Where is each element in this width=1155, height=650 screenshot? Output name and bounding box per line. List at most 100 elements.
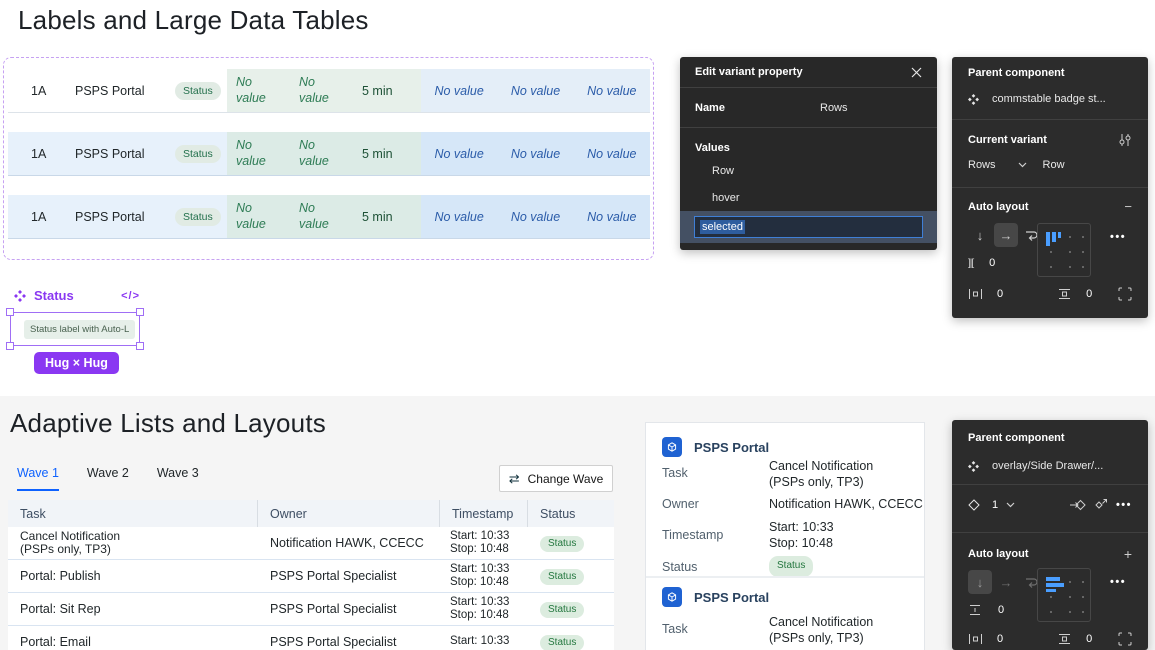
direction-right-icon[interactable]: →: [994, 223, 1018, 247]
padding-h-value[interactable]: 0: [997, 288, 1003, 300]
diamond-icon[interactable]: [968, 499, 980, 511]
parent-component-name: commstable badge st...: [992, 93, 1106, 105]
task-text: Portal: Email: [8, 635, 258, 649]
variant-value-input[interactable]: selected: [694, 216, 923, 238]
tune-icon[interactable]: [1118, 133, 1132, 147]
cell-portal: PSPS Portal: [75, 132, 175, 175]
component-name: Status: [34, 288, 74, 303]
direction-down-icon[interactable]: ↓: [968, 570, 992, 594]
change-wave-button[interactable]: ⇄ Change Wave: [499, 465, 613, 492]
cell-no-value: No value: [421, 210, 497, 224]
table-row-variant[interactable]: 1A PSPS Portal Status No value No value …: [8, 69, 650, 113]
name-value[interactable]: Rows: [820, 102, 848, 114]
gap-row[interactable]: ]|[ 0: [968, 257, 1132, 269]
selection-frame[interactable]: Status label with Auto-L: [10, 312, 140, 346]
task-text: (PSPs only, TP3): [20, 542, 111, 556]
table-row[interactable]: Portal: Sit Rep PSPS Portal Specialist S…: [8, 593, 614, 626]
more-options-icon[interactable]: •••: [1116, 499, 1132, 511]
individual-padding-icon[interactable]: [1118, 632, 1132, 646]
resize-handle[interactable]: [6, 308, 14, 316]
table-row[interactable]: Portal: Publish PSPS Portal Specialist S…: [8, 560, 614, 593]
more-options-icon[interactable]: •••: [1110, 576, 1132, 588]
instance-row: 1 •••: [968, 498, 1132, 512]
status-label-chip[interactable]: Status label with Auto-L: [24, 320, 135, 339]
cell-no-value: No value: [236, 201, 272, 232]
parent-component-link[interactable]: overlay/Side Drawer/...: [968, 460, 1132, 472]
horizontal-gap-icon: ]|[: [968, 258, 973, 269]
field-label-timestamp: Timestamp: [662, 528, 723, 542]
timestamp-stop: Stop: 10:48: [450, 609, 509, 621]
status-badge[interactable]: Status: [540, 569, 584, 585]
cell-duration: 5 min: [353, 210, 421, 224]
vertical-gap-icon: [968, 604, 982, 616]
status-badge[interactable]: Status: [540, 536, 584, 552]
cell-duration: 5 min: [353, 84, 421, 98]
variant-option-editing-row: selected: [680, 211, 937, 243]
detail-card-list[interactable]: PSPS Portal Task Cancel Notification(PSP…: [645, 422, 925, 650]
variant-property-name: Rows: [968, 159, 996, 171]
detach-instance-icon[interactable]: [1094, 498, 1108, 512]
swap-arrows-icon: ⇄: [509, 471, 520, 487]
status-badge[interactable]: Status: [175, 208, 221, 226]
field-label-status: Status: [662, 560, 697, 574]
timestamp-start: Start: 10:33: [450, 530, 509, 542]
gap-row[interactable]: 0: [968, 604, 1132, 616]
card-title: PSPS Portal: [694, 590, 769, 605]
table-row[interactable]: Cancel Notification(PSPs only, TP3) Noti…: [8, 527, 614, 560]
section-title-labels: Labels and Large Data Tables: [18, 5, 369, 36]
component-set-frame[interactable]: 1A PSPS Portal Status No value No value …: [3, 57, 654, 260]
gap-value[interactable]: 0: [998, 604, 1004, 616]
column-header-task: Task: [8, 500, 258, 527]
tab-wave-1[interactable]: Wave 1: [17, 466, 59, 491]
add-auto-layout-icon[interactable]: +: [1124, 546, 1132, 562]
direction-right-icon[interactable]: →: [994, 570, 1018, 594]
instance-count[interactable]: 1: [992, 499, 998, 511]
vertical-padding-icon: [1057, 633, 1072, 645]
cell-no-value: No value: [497, 147, 573, 161]
status-badge[interactable]: Status: [540, 602, 584, 618]
variant-option[interactable]: hover: [712, 192, 740, 204]
vertical-padding-icon: [1057, 288, 1072, 300]
cell-no-value: No value: [299, 201, 335, 232]
code-icon[interactable]: </>: [121, 290, 140, 302]
more-options-icon[interactable]: •••: [1110, 231, 1132, 243]
variant-property-row[interactable]: Rows Row: [968, 159, 1132, 171]
gap-value[interactable]: 0: [989, 257, 995, 269]
table-row-variant[interactable]: 1A PSPS Portal Status No value No value …: [8, 195, 650, 239]
cell-id: 1A: [8, 132, 75, 175]
table-row-variant[interactable]: 1A PSPS Portal Status No value No value …: [8, 132, 650, 176]
remove-auto-layout-icon[interactable]: −: [1124, 199, 1132, 214]
parent-component-link[interactable]: commstable badge st...: [968, 93, 1132, 105]
padding-v-value[interactable]: 0: [1086, 633, 1092, 645]
direction-down-icon[interactable]: ↓: [968, 223, 992, 247]
component-header[interactable]: Status </>: [14, 288, 140, 303]
close-icon[interactable]: [911, 67, 922, 78]
chevron-down-icon[interactable]: [1006, 502, 1015, 508]
resize-handle[interactable]: [136, 342, 144, 350]
variant-property-value[interactable]: Row: [1043, 159, 1065, 171]
resize-handle[interactable]: [136, 308, 144, 316]
column-header-owner: Owner: [258, 500, 440, 527]
go-to-main-component-icon[interactable]: [1070, 498, 1086, 512]
dialog-title: Edit variant property: [695, 66, 911, 78]
status-badge[interactable]: Status: [540, 635, 584, 650]
chevron-down-icon[interactable]: [1018, 162, 1027, 168]
status-badge[interactable]: Status: [769, 556, 813, 577]
field-value-task: Cancel Notification(PSPs only, TP3): [769, 615, 873, 646]
status-badge[interactable]: Status: [175, 145, 221, 163]
table-row[interactable]: Portal: Email PSPS Portal Specialist Sta…: [8, 626, 614, 650]
individual-padding-icon[interactable]: [1118, 287, 1132, 301]
task-table: Task Owner Timestamp Status Cancel Notif…: [8, 500, 614, 650]
padding-row: 0 0: [968, 632, 1132, 646]
properties-panel-bottom: Parent component overlay/Side Drawer/...…: [952, 420, 1148, 650]
timestamp-start: Start: 10:33: [450, 563, 509, 575]
current-variant-header: Current variant: [968, 133, 1132, 147]
status-badge[interactable]: Status: [175, 82, 221, 100]
variant-option[interactable]: Row: [712, 165, 734, 177]
cell-portal: PSPS Portal: [75, 195, 175, 238]
padding-h-value[interactable]: 0: [997, 633, 1003, 645]
tab-wave-2[interactable]: Wave 2: [87, 466, 129, 491]
tab-wave-3[interactable]: Wave 3: [157, 466, 199, 491]
resize-handle[interactable]: [6, 342, 14, 350]
padding-v-value[interactable]: 0: [1086, 288, 1092, 300]
